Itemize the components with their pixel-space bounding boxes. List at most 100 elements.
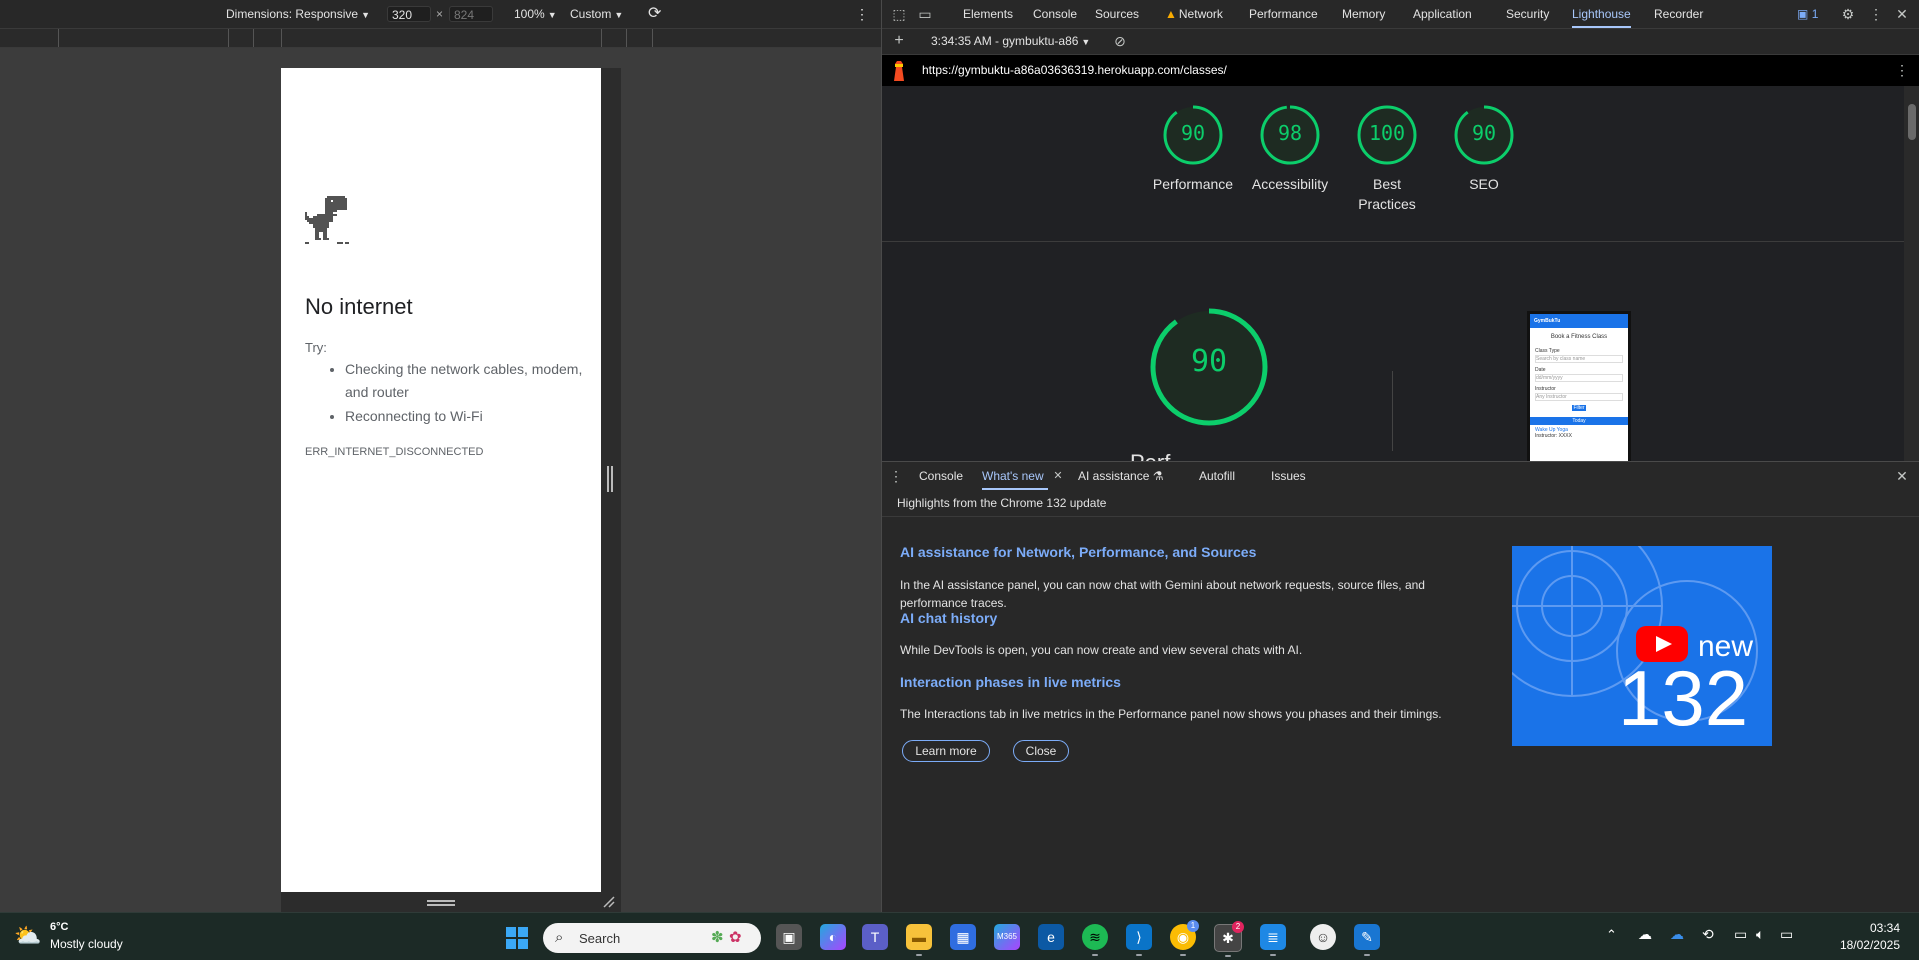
sync-icon[interactable]: ⟲: [1702, 926, 1714, 943]
close-icon[interactable]: ✕: [1892, 4, 1912, 24]
gauge-accessibility[interactable]: 98 Accessibility: [1245, 104, 1335, 194]
resize-handle-bottom[interactable]: [427, 900, 455, 906]
report-selector[interactable]: 3:34:35 AM - gymbuktu-a86 ▼: [931, 29, 1090, 54]
drawer-tab-whats-new[interactable]: What's new: [982, 462, 1048, 490]
m365-icon[interactable]: M365: [994, 924, 1020, 950]
zoom-dropdown[interactable]: 100% ▼: [514, 0, 557, 28]
caret-down-icon: ▼: [361, 10, 370, 20]
battery-icon[interactable]: ▭: [1780, 926, 1793, 943]
tab-recorder[interactable]: Recorder: [1654, 0, 1703, 28]
onedrive-icon[interactable]: ☁: [1638, 926, 1652, 943]
vscode-icon[interactable]: ⟩: [1126, 924, 1152, 956]
warning-icon: ▲: [1165, 7, 1177, 21]
thumb-heading: Book a Fitness Class: [1550, 334, 1608, 340]
emoji-app-icon[interactable]: ☺: [1310, 924, 1336, 950]
notepad-icon[interactable]: ≣: [1260, 924, 1286, 956]
display-icon[interactable]: ▭: [1734, 926, 1747, 943]
tab-security[interactable]: Security: [1506, 0, 1549, 28]
taskbar-search[interactable]: ⌕ Search ✽ ✿: [543, 923, 761, 953]
resize-handle-right[interactable]: [607, 466, 613, 492]
tab-console[interactable]: Console: [1033, 0, 1077, 28]
thumb-label: Date: [1535, 367, 1546, 373]
gauge-performance[interactable]: 90 Performance: [1148, 104, 1238, 194]
inspect-element-icon[interactable]: ⬚: [889, 4, 909, 24]
drawer-tab-autofill[interactable]: Autofill: [1199, 462, 1235, 490]
more-options-icon[interactable]: ⋮: [1866, 4, 1886, 24]
devtools-tabbar: ⬚ ▭ Elements Console Sources ▲ Network Pe…: [882, 0, 1919, 29]
clear-icon[interactable]: ⊘: [1110, 31, 1130, 51]
tab-memory[interactable]: Memory: [1342, 0, 1385, 28]
speaker-icon[interactable]: 🔈︎: [1756, 926, 1764, 943]
rotate-icon[interactable]: ⟳: [648, 0, 661, 28]
plus-icon[interactable]: +: [889, 31, 909, 51]
tab-elements[interactable]: Elements: [963, 0, 1013, 28]
section-title[interactable]: AI assistance for Network, Performance, …: [900, 544, 1256, 560]
section-title[interactable]: Interaction phases in live metrics: [900, 674, 1121, 690]
resize-corner-icon[interactable]: [600, 893, 616, 909]
edge-icon[interactable]: e: [1038, 924, 1064, 950]
scrollbar-thumb[interactable]: [1908, 104, 1916, 140]
cloud-sun-icon[interactable]: ⛅: [14, 923, 41, 949]
gauge-best-practices[interactable]: 100 Best Practices: [1342, 104, 1432, 214]
gauge-label: Performance: [1152, 176, 1234, 192]
ruler-tick: [626, 29, 627, 47]
tab-lighthouse[interactable]: Lighthouse: [1572, 0, 1631, 28]
learn-more-button[interactable]: Learn more: [902, 740, 990, 762]
thumb-item: Wake Up Yoga: [1535, 427, 1568, 433]
devtools-panel: ⬚ ▭ Elements Console Sources ▲ Network Pe…: [881, 0, 1919, 912]
spotify-icon[interactable]: ≋: [1082, 924, 1108, 956]
onedrive-business-icon[interactable]: ☁: [1670, 926, 1684, 943]
clock-time[interactable]: 03:34: [1840, 921, 1900, 935]
media-query-ruler: [0, 29, 881, 48]
weather-temp[interactable]: 6°C: [50, 921, 68, 933]
report-scrollbar[interactable]: [1904, 86, 1919, 461]
running-indicator: [1136, 954, 1142, 956]
drawer-menu-icon[interactable]: ⋮: [886, 466, 906, 486]
windows-start-icon[interactable]: [505, 926, 529, 950]
height-input[interactable]: 824: [449, 6, 493, 22]
section-title[interactable]: AI chat history: [900, 610, 997, 626]
close-drawer-icon[interactable]: ✕: [1892, 466, 1912, 486]
tab-performance[interactable]: Performance: [1249, 0, 1318, 28]
tab-sources[interactable]: Sources: [1095, 0, 1139, 28]
drawer-tab-issues[interactable]: Issues: [1271, 462, 1306, 490]
close-button[interactable]: Close: [1013, 740, 1069, 762]
file-explorer-icon[interactable]: ▬: [906, 924, 932, 956]
issues-count: 1: [1811, 7, 1819, 21]
more-options-icon[interactable]: ⋮: [1892, 60, 1912, 80]
gauge-seo[interactable]: 90 SEO: [1439, 104, 1529, 194]
close-tab-icon[interactable]: ✕: [1048, 466, 1068, 486]
lighthouse-logo-icon: [894, 61, 904, 81]
weather-desc[interactable]: Mostly cloudy: [50, 937, 123, 951]
gear-icon[interactable]: ⚙: [1838, 4, 1858, 24]
device-emulation-pane: Dimensions: Responsive ▼ 320 × 824 100% ▼ …: [0, 0, 881, 912]
more-options-icon[interactable]: ⋮: [855, 0, 869, 28]
thumb-field: Any Instructor: [1535, 393, 1623, 401]
teams-icon[interactable]: T: [862, 924, 888, 950]
clock-date[interactable]: 18/02/2025: [1812, 938, 1900, 952]
slack-icon[interactable]: ✱ 2: [1214, 921, 1244, 957]
play-triangle: [1656, 636, 1672, 652]
thumb-form: Class Type Search by class name Date dd/…: [1530, 348, 1628, 411]
paint-icon[interactable]: ✎: [1354, 924, 1380, 956]
task-view-icon[interactable]: ▣: [776, 924, 802, 950]
drawer-tab-ai-assistance[interactable]: AI assistance ⚗: [1078, 462, 1163, 490]
dimensions-dropdown[interactable]: Dimensions: Responsive ▼: [226, 0, 370, 28]
copilot-icon[interactable]: ◐: [820, 924, 846, 950]
store-icon[interactable]: ▦: [950, 924, 976, 950]
throttle-dropdown[interactable]: Custom ▼: [570, 0, 623, 28]
audited-url[interactable]: https://gymbuktu-a86a03636319.herokuapp.…: [922, 63, 1227, 77]
width-input[interactable]: 320: [387, 6, 431, 22]
ruler-tick: [58, 29, 59, 47]
gauge-score: 98: [1277, 121, 1303, 145]
zoom-label: 100%: [514, 7, 545, 21]
drawer-tab-console[interactable]: Console: [919, 462, 963, 490]
device-toggle-icon[interactable]: ▭: [915, 4, 935, 24]
chrome-icon[interactable]: ◉ 1: [1170, 920, 1199, 956]
video-version-label: 132: [1618, 654, 1749, 742]
chevron-up-icon[interactable]: ⌃: [1606, 927, 1617, 943]
video-thumbnail[interactable]: new 132: [1512, 546, 1772, 746]
issues-counter[interactable]: ▣ 1: [1797, 0, 1818, 28]
tab-application[interactable]: Application: [1413, 0, 1472, 28]
tab-network[interactable]: ▲ Network: [1165, 0, 1223, 28]
